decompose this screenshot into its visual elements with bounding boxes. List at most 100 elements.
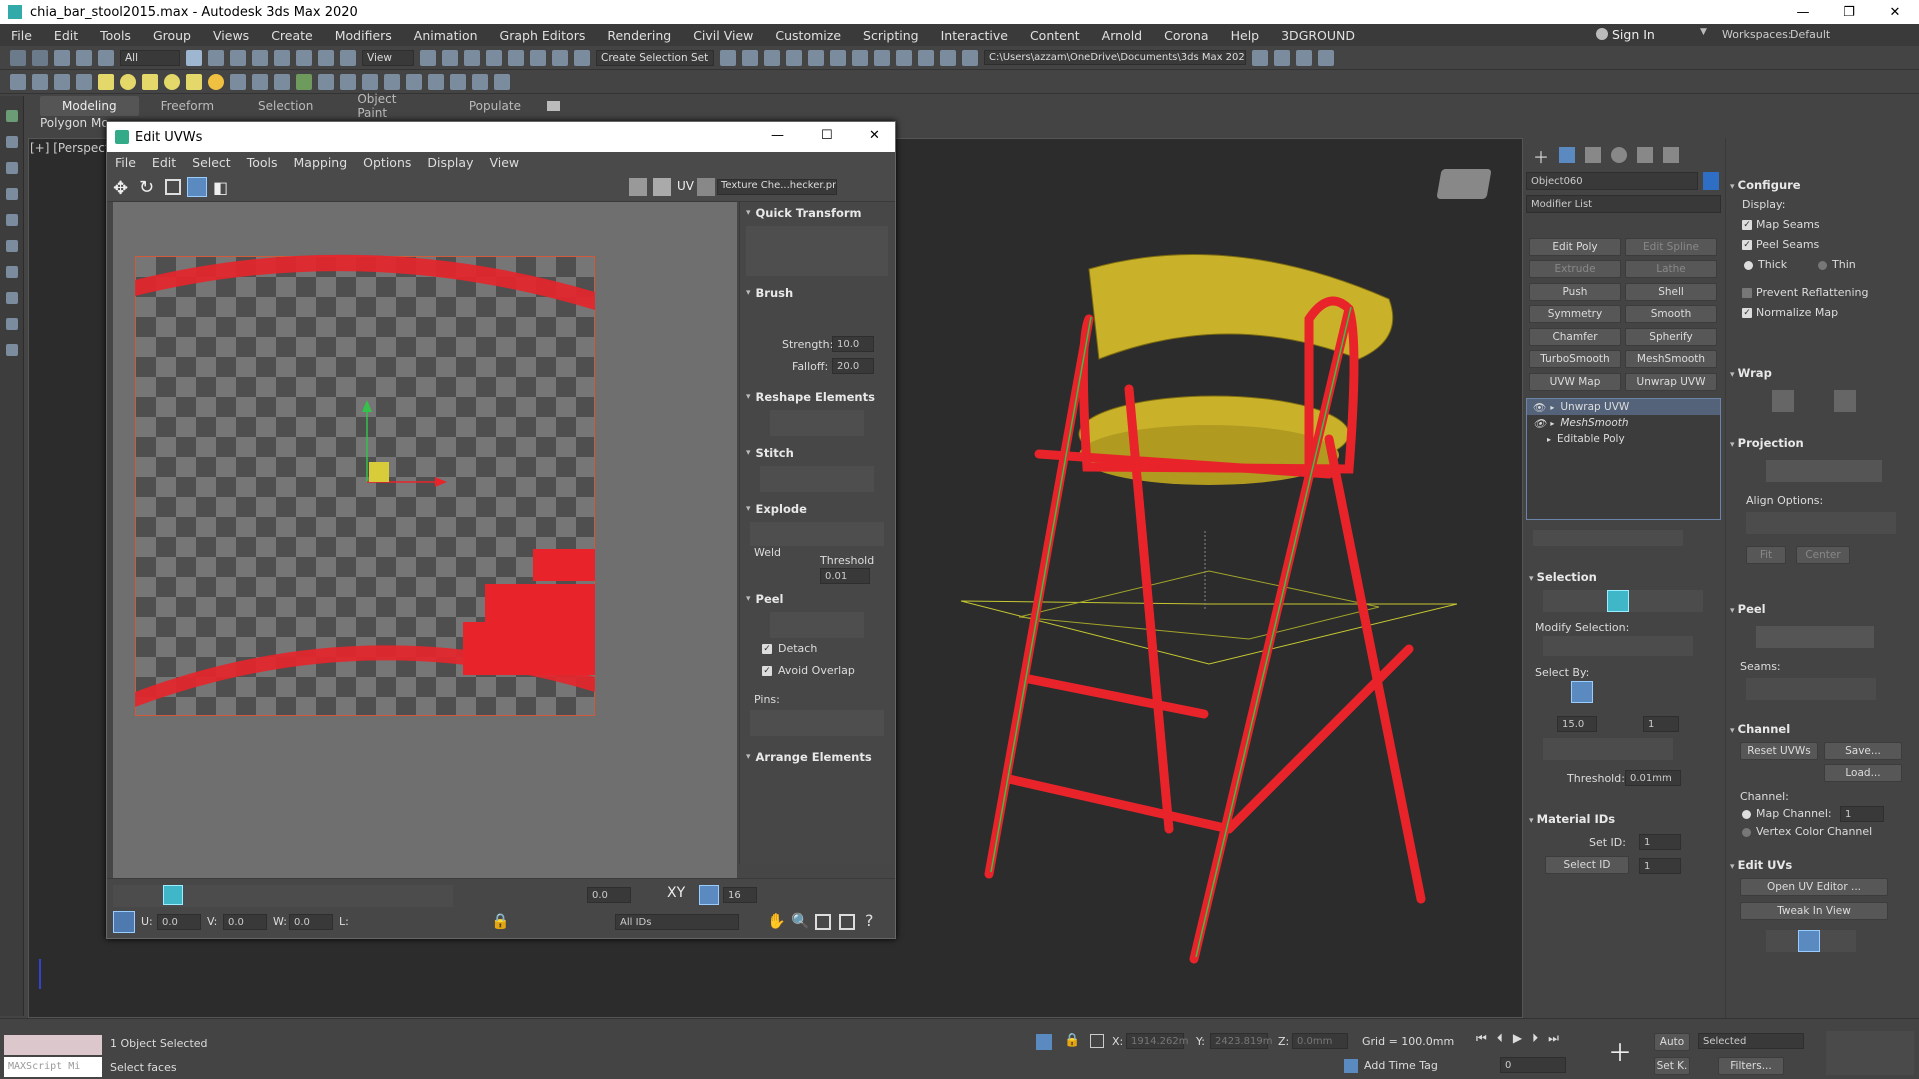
reshape-elements-header[interactable]: Reshape Elements [740,386,894,408]
corona-icon[interactable] [340,73,356,90]
help-icon[interactable]: ? [865,911,874,930]
zoom-icon[interactable]: 🔍 [791,912,810,930]
expand-icon[interactable]: ▸ [1550,419,1554,428]
selection-lock-icon[interactable]: 🔒 [1064,1033,1080,1048]
tab-populate[interactable]: Populate [447,96,543,116]
sign-in-dropdown-icon[interactable]: ▼ [1700,27,1707,37]
quick-transform-tools[interactable] [746,226,888,276]
prev-frame-icon[interactable]: ⏴ [1497,1031,1503,1051]
unlink-icon[interactable] [76,49,92,66]
uv-minimize-button[interactable]: — [771,128,784,143]
curve-editor-icon[interactable] [808,49,824,66]
map-seams-checkbox[interactable]: ✓ [1742,220,1752,230]
uv-move-icon[interactable]: ✥ [113,178,128,199]
peel-rollout-header[interactable]: Peel [1730,602,1766,616]
mod-smooth-button[interactable]: Smooth [1625,305,1717,323]
uv-menu-tools[interactable]: Tools [239,155,286,170]
help-icon[interactable] [428,73,444,90]
modify-tab-icon[interactable] [1559,147,1576,163]
projection-rollout-header[interactable]: Projection [1730,436,1804,450]
bind-space-warp-icon[interactable] [98,49,114,66]
corona-fb-icon[interactable] [362,73,378,90]
ribbon-toggle-icon[interactable] [546,101,560,111]
channel-rollout-header[interactable]: Channel [1730,722,1791,736]
viewport-nav-controls[interactable] [1826,1031,1914,1075]
material-editor-icon[interactable] [852,49,868,66]
isolate-selection-icon[interactable] [1036,1034,1052,1050]
uv-menu-file[interactable]: File [107,155,144,170]
explode-header[interactable]: Explode [740,498,894,520]
eye-icon[interactable]: 👁 [1533,417,1546,430]
strip-icon-10[interactable] [6,344,18,356]
schematic-view-icon[interactable] [830,49,846,66]
maxscript-listener-mini[interactable] [4,1035,102,1055]
menu-corona[interactable]: Corona [1153,28,1219,43]
corona-light-icon[interactable] [406,73,422,90]
current-frame-field[interactable]: 0 [1500,1057,1566,1073]
display-tab-icon[interactable] [1637,147,1654,163]
add-time-tag-label[interactable]: Add Time Tag [1364,1059,1438,1072]
w-spinner[interactable]: 0.0 [289,914,333,930]
select-by-name-icon[interactable] [208,49,224,66]
mod-unwrap-uvw-button[interactable]: Unwrap UVW [1625,373,1717,391]
menu-3dground[interactable]: 3DGROUND [1270,28,1366,43]
stack-item-editable-poly[interactable]: ▸ Editable Poly [1527,431,1720,447]
uv-grid-spinner[interactable]: 16 [723,887,757,903]
light-icon[interactable] [208,73,224,90]
vertex-color-channel-radio[interactable] [1742,828,1751,837]
mod-extrude-button[interactable]: Extrude [1529,260,1621,278]
load-button[interactable]: Load... [1824,764,1902,782]
torus-icon[interactable] [164,73,180,90]
add-time-tag-icon[interactable] [1344,1059,1358,1073]
select-object-icon[interactable] [186,49,202,66]
snaps-toggle-icon[interactable] [486,49,502,66]
sphere-icon[interactable] [120,73,136,90]
quick-transform-header[interactable]: Quick Transform [740,202,894,224]
strip-icon-7[interactable] [6,266,18,278]
uv-pivot-icon[interactable] [113,911,135,933]
uv-mirror-icon[interactable]: ◧ [213,178,228,197]
uv-menu-display[interactable]: Display [419,155,481,170]
set-key-button[interactable]: Set K. [1654,1057,1690,1075]
menu-create[interactable]: Create [260,28,324,43]
uv-scale-icon[interactable] [165,179,181,195]
project-path-field[interactable]: C:\Users\azzam\OneDrive\Documents\3ds Ma… [984,50,1246,65]
sign-in-link[interactable]: Sign In [1612,27,1655,42]
tab-modeling[interactable]: Modeling [40,96,139,116]
stitch-tools[interactable] [760,466,874,492]
center-button[interactable]: Center [1796,546,1850,564]
uv-menu-select[interactable]: Select [184,155,239,170]
strength-spinner[interactable]: 10.0 [832,336,874,352]
selection-rollout-header[interactable]: Selection [1529,570,1597,584]
keyboard-shortcut-icon[interactable] [464,49,480,66]
uv-grid-toggle-icon[interactable] [653,178,671,196]
menu-animation[interactable]: Animation [403,28,489,43]
cylinder-icon[interactable] [142,73,158,90]
next-frame-icon[interactable]: ⏵ [1532,1031,1538,1051]
menu-arnold[interactable]: Arnold [1091,28,1153,43]
particle-icon[interactable] [252,73,268,90]
explode-tools[interactable] [750,522,884,546]
maximize-button[interactable]: ❐ [1826,0,1872,24]
selection-threshold-spinner[interactable]: 0.01mm [1625,770,1681,786]
go-to-end-icon[interactable]: ⏭ [1548,1031,1559,1051]
mod-push-button[interactable]: Push [1529,283,1621,301]
auto-key-button[interactable]: Auto [1654,1033,1690,1051]
avoid-overlap-checkbox[interactable]: ✓ [762,666,772,676]
uv-rotation-spinner[interactable]: 0.0 [587,887,631,903]
peel-mode-tools[interactable] [1756,626,1874,648]
menu-graph-editors[interactable]: Graph Editors [489,28,597,43]
render-in-cloud-icon[interactable] [940,49,956,66]
edit-uvs-rollout-header[interactable]: Edit UVs [1730,858,1793,872]
uv-face-mode-icon[interactable] [163,885,183,905]
uv-menu-mapping[interactable]: Mapping [286,155,356,170]
thick-radio[interactable] [1744,261,1753,270]
reset-uvws-button[interactable]: Reset UVWs [1740,742,1818,760]
strip-icon-5[interactable] [6,214,18,226]
z-coord-field[interactable]: 0.0mm [1292,1033,1348,1049]
key-filters-button[interactable]: Filters... [1718,1057,1784,1075]
strip-icon-4[interactable] [6,188,18,200]
select-id-button[interactable]: Select ID [1545,856,1629,874]
command-panel-tabs[interactable]: ＋ [1527,144,1717,167]
uv-checker-toggle-icon[interactable] [629,178,647,196]
